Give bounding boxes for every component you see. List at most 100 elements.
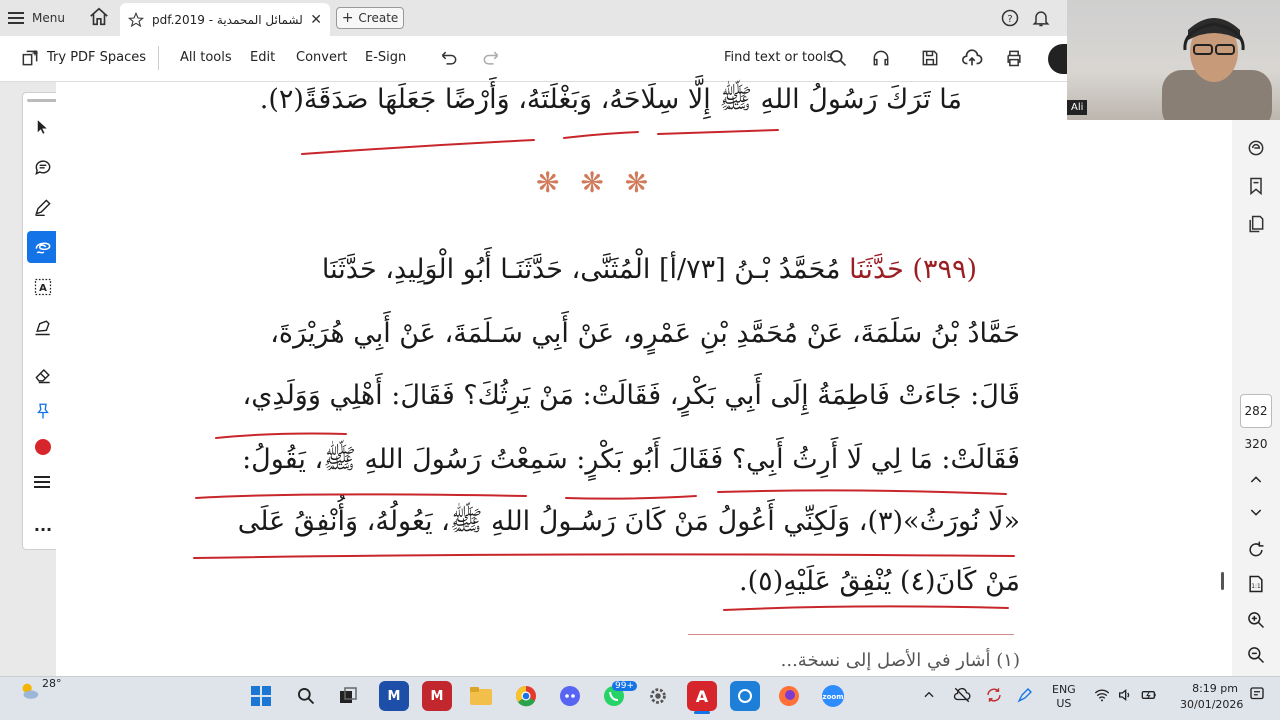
search-icon[interactable] [828, 48, 848, 68]
settings-gear-icon[interactable] [643, 681, 673, 711]
zoom-app-icon[interactable]: zoom [818, 681, 848, 711]
cursor-arrow-icon [37, 120, 47, 134]
esign-button[interactable]: E-Sign [365, 50, 406, 65]
eraser-tool[interactable] [27, 359, 59, 391]
highlight-tool[interactable] [27, 191, 59, 223]
ink-stroke [563, 131, 639, 139]
ink-stroke [723, 605, 1009, 611]
rotate-icon[interactable] [1246, 540, 1266, 560]
wifi-icon[interactable] [1094, 687, 1110, 703]
color-picker[interactable] [27, 431, 59, 463]
acrobat-icon[interactable]: A [687, 681, 717, 711]
keyboard-layout: US [1056, 697, 1072, 710]
hamburger-icon [8, 12, 24, 24]
ink-stroke [193, 553, 1015, 559]
tab-title: pdf.2019 - الشمائل المحمدية [152, 12, 303, 27]
all-tools-button[interactable]: All tools [180, 50, 232, 65]
comment-icon [35, 160, 51, 175]
fill-sign-tool[interactable] [27, 311, 59, 343]
find-text-tools[interactable]: Find text or tools [724, 50, 833, 65]
tray-chevron-up-icon[interactable] [922, 688, 936, 702]
toolbar-divider [158, 46, 159, 70]
chevron-up-icon[interactable] [1248, 472, 1264, 488]
fit-page-icon[interactable]: 1:1 [1246, 574, 1266, 594]
sync-icon[interactable] [985, 686, 1003, 704]
create-button[interactable]: + Create [336, 7, 404, 29]
ai-assistant-icon[interactable] [1246, 138, 1266, 158]
scrollbar-thumb[interactable] [1221, 572, 1224, 590]
language-indicator[interactable]: ENG US [1052, 683, 1076, 711]
line-weight-tool[interactable] [27, 467, 59, 499]
weather-temp: 28° [42, 676, 62, 690]
firefox-icon[interactable] [774, 681, 804, 711]
battery-icon[interactable] [1140, 687, 1158, 703]
webcam-overlay [1067, 0, 1280, 120]
svg-text:?: ? [1007, 14, 1012, 25]
mcafee-icon[interactable]: M [422, 681, 452, 711]
spaces-icon [22, 49, 39, 66]
comment-tool[interactable] [27, 151, 59, 183]
document-tab[interactable]: pdf.2019 - الشمائل المحمدية ✕ [120, 3, 330, 36]
volume-icon[interactable] [1117, 687, 1133, 703]
app-icon-blue[interactable]: M [379, 681, 409, 711]
notification-icon[interactable] [1248, 685, 1266, 703]
cloud-offline-icon[interactable] [953, 686, 971, 704]
rail-grip[interactable] [27, 99, 57, 102]
current-page-input[interactable]: 282 [1240, 394, 1272, 428]
ink-stroke [717, 489, 1007, 495]
create-label: Create [358, 11, 399, 25]
text-box-icon: A [34, 278, 52, 296]
menu-label: Menu [32, 11, 65, 25]
read-aloud-icon[interactable] [870, 48, 892, 68]
svg-text:zoom: zoom [823, 693, 844, 701]
help-icon[interactable]: ? [1000, 8, 1020, 28]
more-tools-icon[interactable]: ··· [27, 513, 59, 545]
zoom-in-icon[interactable] [1246, 610, 1266, 630]
pen-icon [35, 199, 51, 217]
file-explorer-icon[interactable] [466, 681, 496, 711]
try-pdf-spaces-button[interactable]: Try PDF Spaces [47, 50, 146, 65]
clock[interactable]: 8:19 pm 30/01/2026 [1180, 681, 1243, 713]
upload-cloud-icon[interactable] [960, 47, 984, 69]
start-windows-icon[interactable] [246, 681, 276, 711]
red-color-swatch-icon [35, 439, 51, 455]
snipping-tool-icon[interactable] [730, 681, 760, 711]
svg-text:A: A [39, 283, 47, 294]
whatsapp-badge: 99+ [612, 681, 637, 691]
ink-annotations[interactable] [56, 82, 1232, 676]
close-tab-icon[interactable]: ✕ [310, 12, 322, 28]
presenter-video [1162, 18, 1272, 120]
total-pages: 320 [1244, 437, 1268, 451]
star-icon[interactable] [128, 11, 144, 28]
edit-button[interactable]: Edit [250, 50, 275, 65]
lines-icon [34, 476, 50, 488]
windows-taskbar [0, 676, 1280, 720]
task-view-icon[interactable] [333, 681, 363, 711]
bell-icon[interactable] [1031, 8, 1051, 28]
clock-time: 8:19 pm [1192, 682, 1238, 695]
ink-stroke [195, 493, 527, 499]
bookmark-icon[interactable] [1246, 176, 1266, 196]
pen-input-icon[interactable] [1016, 686, 1034, 704]
discord-icon[interactable] [555, 681, 585, 711]
plus-icon: + [341, 10, 354, 26]
menu-button[interactable]: Menu [8, 6, 65, 30]
pin-tool[interactable] [27, 395, 59, 427]
convert-button[interactable]: Convert [296, 50, 347, 65]
undo-icon[interactable] [438, 48, 460, 68]
select-tool[interactable] [27, 111, 59, 143]
chrome-icon[interactable] [511, 681, 541, 711]
save-icon[interactable] [920, 48, 940, 68]
taskbar-search-icon[interactable] [291, 681, 321, 711]
draw-tool-active[interactable] [27, 231, 59, 263]
freehand-icon [35, 242, 51, 254]
print-icon[interactable] [1003, 48, 1025, 68]
zoom-out-icon[interactable] [1246, 645, 1266, 665]
redo-icon[interactable] [480, 48, 502, 68]
copy-pages-icon[interactable] [1246, 214, 1266, 234]
text-box-tool[interactable]: A [27, 271, 59, 303]
pin-icon [37, 403, 49, 419]
weather-widget[interactable]: 28° [18, 676, 62, 702]
home-icon[interactable] [88, 6, 112, 30]
chevron-down-icon[interactable] [1248, 504, 1264, 520]
